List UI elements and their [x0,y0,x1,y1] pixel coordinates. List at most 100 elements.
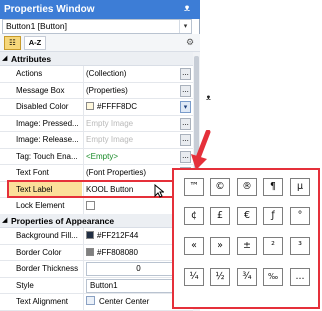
symbol-cell[interactable]: « [184,237,204,255]
symbol-cell[interactable]: ™ [184,178,204,196]
special-symbol-picker: ™ © ® ¶ µ ¢ £ € ƒ ° « » ± ² ³ ¼ ½ ¾ ‰ ..… [172,168,320,309]
column-divider [83,165,84,181]
mouse-cursor-icon [154,184,164,198]
pin-icon: ᴥ [206,93,211,102]
column-divider [83,115,84,132]
property-row-border-color[interactable]: Border Color #FF808080 [0,244,200,261]
property-value[interactable]: Empty Image [86,132,179,148]
symbol-cell[interactable]: ¢ [184,207,204,225]
window-title: Properties Window [0,0,200,19]
property-value[interactable]: (Properties) [86,83,179,99]
property-name: Tag: Touch Ena... [16,151,78,161]
text-label-highlight-box [7,180,195,198]
property-name: Text Font [16,168,49,177]
symbol-cell[interactable]: £ [210,207,230,225]
symbol-cell[interactable]: © [210,178,230,196]
symbol-cell[interactable]: ƒ [263,207,283,225]
toolbar: ☷ A-Z ⚙ [0,34,200,52]
wrench-icon[interactable]: ⚙ [186,37,194,48]
property-name: Style [16,280,34,290]
column-divider [83,132,84,148]
column-divider [83,277,84,294]
property-name: Actions [16,69,43,78]
color-swatch [86,231,94,239]
property-row-actions[interactable]: Actions (Collection) ... [0,66,200,83]
property-value[interactable]: Empty Image [86,116,179,132]
alignment-icon [86,296,95,305]
chevron-down-icon[interactable]: ▾ [179,20,191,33]
property-name: Disabled Color [16,102,69,111]
color-value: #FFFF8DC [97,102,137,111]
more-symbols-button[interactable]: ... [290,268,310,286]
property-row-text-alignment[interactable]: Text Alignment Center Center [0,294,200,311]
property-name: Message Box [16,85,65,95]
pin-window-icon[interactable]: ᴥ [181,2,193,16]
property-row-border-thickness[interactable]: Border Thickness 0 [0,261,200,278]
collapse-caret-icon[interactable]: ◢ [2,52,7,66]
symbol-cell[interactable]: ³ [290,237,310,255]
property-row-style[interactable]: Style Button1 [0,277,200,294]
section-attributes[interactable]: ◢ Attributes [0,52,200,66]
column-divider [83,198,84,214]
symbol-cell[interactable]: ¼ [184,268,204,286]
alignment-value: Center Center [99,297,150,306]
column-divider [83,228,84,244]
symbol-cell[interactable]: ° [290,207,310,225]
lock-element-checkbox[interactable] [86,201,95,210]
column-divider [83,66,84,82]
column-divider [83,244,84,261]
property-value[interactable]: (Collection) [86,66,179,82]
property-value[interactable]: #FF212F44 [86,228,179,244]
property-name: Image: Pressed... [16,118,79,128]
property-name: Border Thickness [16,264,79,273]
property-row-lock-element[interactable]: Lock Element [0,198,200,215]
color-value: #FF808080 [97,247,138,257]
ellipsis-button[interactable]: ... [180,68,191,80]
object-selector-value: Button1 [Button] [6,21,67,31]
symbol-cell[interactable]: ® [237,178,257,196]
ellipsis-button[interactable]: ... [180,84,191,97]
symbol-cell[interactable]: µ [290,178,310,196]
symbol-cell[interactable]: € [237,207,257,225]
ellipsis-button[interactable]: ... [180,117,191,130]
section-appearance[interactable]: ◢ Properties of Appearance [0,214,200,228]
property-value[interactable]: <Empty> [86,149,179,165]
symbol-cell[interactable]: ² [263,237,283,255]
column-divider [83,148,84,165]
symbol-cell[interactable]: » [210,237,230,255]
properties-window: Properties Window ᴥ Button1 [Button] ▾ ☷… [0,0,200,311]
property-row-image-pressed[interactable]: Image: Pressed... Empty Image ... [0,115,200,132]
section-title: Attributes [11,54,52,64]
symbol-cell[interactable]: ¾ [237,268,257,286]
collapse-caret-icon[interactable]: ◢ [2,214,7,228]
symbol-cell[interactable]: ± [237,237,257,255]
property-row-background-fill[interactable]: Background Fill... #FF212F44 [0,228,200,245]
column-divider [83,261,84,277]
property-name: Lock Element [16,201,65,210]
property-value[interactable]: #FFFF8DC [86,99,179,115]
section-title: Properties of Appearance [11,216,115,226]
property-row-disabled-color[interactable]: Disabled Color #FFFF8DC ▾ [0,99,200,116]
property-row-tag-touch[interactable]: Tag: Touch Ena... <Empty> ... [0,148,200,165]
property-name: Border Color [16,247,62,257]
property-row-message-box[interactable]: Message Box (Properties) ... [0,82,200,99]
property-name: Text Alignment [16,297,69,306]
property-value[interactable]: (Font Properties) [86,165,179,181]
property-name: Background Fill... [16,231,78,240]
property-value[interactable]: Center Center [86,294,179,310]
object-selector[interactable]: Button1 [Button] ▾ [2,19,192,34]
property-value[interactable]: #FF808080 [86,245,179,261]
chevron-down-icon[interactable]: ▾ [180,101,191,113]
symbol-cell[interactable]: ¶ [263,178,283,196]
categorized-view-button[interactable]: ☷ [4,36,21,50]
color-swatch [86,102,94,110]
symbol-cell[interactable]: ½ [210,268,230,286]
symbol-cell[interactable]: ‰ [263,268,283,286]
property-row-image-released[interactable]: Image: Release... Empty Image ... [0,132,200,149]
column-divider [83,294,84,310]
column-divider [83,99,84,115]
column-divider [83,82,84,99]
color-value: #FF212F44 [97,231,139,240]
alphabetical-view-button[interactable]: A-Z [24,36,46,50]
color-swatch [86,247,94,256]
